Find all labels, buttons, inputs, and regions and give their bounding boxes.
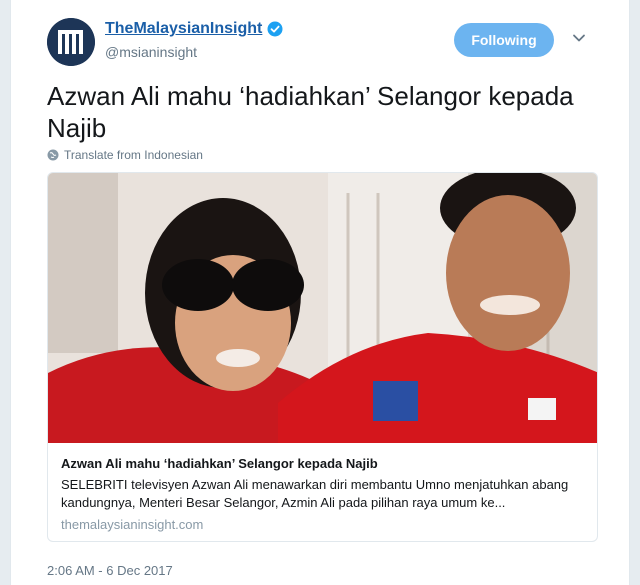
account-handle[interactable]: @msianinsight: [105, 44, 197, 60]
avatar[interactable]: [47, 18, 95, 66]
account-display-name[interactable]: TheMalaysianInsight: [105, 20, 262, 38]
tweet-container: TheMalaysianInsight @msianinsight Follow…: [10, 0, 630, 585]
account-name-row: TheMalaysianInsight: [105, 20, 283, 38]
card-title[interactable]: Azwan Ali mahu ‘hadiahkan’ Selangor kepa…: [61, 456, 378, 471]
card-description: SELEBRITI televisyen Azwan Ali menawarka…: [61, 477, 569, 510]
tweet-timestamp[interactable]: 2:06 AM - 6 Dec 2017: [47, 563, 173, 578]
card-image[interactable]: [48, 173, 598, 443]
tweet-text: Azwan Ali mahu ‘hadiahkan’ Selangor kepa…: [47, 81, 574, 143]
translate-label[interactable]: Translate from Indonesian: [64, 148, 203, 162]
logo-icon: [47, 18, 95, 66]
verified-badge-icon: [267, 21, 283, 37]
link-card[interactable]: Azwan Ali mahu ‘hadiahkan’ Selangor kepa…: [47, 172, 598, 542]
globe-icon: [47, 149, 59, 161]
chevron-down-icon[interactable]: [571, 30, 587, 46]
translate-link[interactable]: Translate from Indonesian: [47, 148, 203, 162]
card-domain[interactable]: themalaysianinsight.com: [61, 517, 203, 532]
following-button[interactable]: Following: [454, 23, 554, 57]
